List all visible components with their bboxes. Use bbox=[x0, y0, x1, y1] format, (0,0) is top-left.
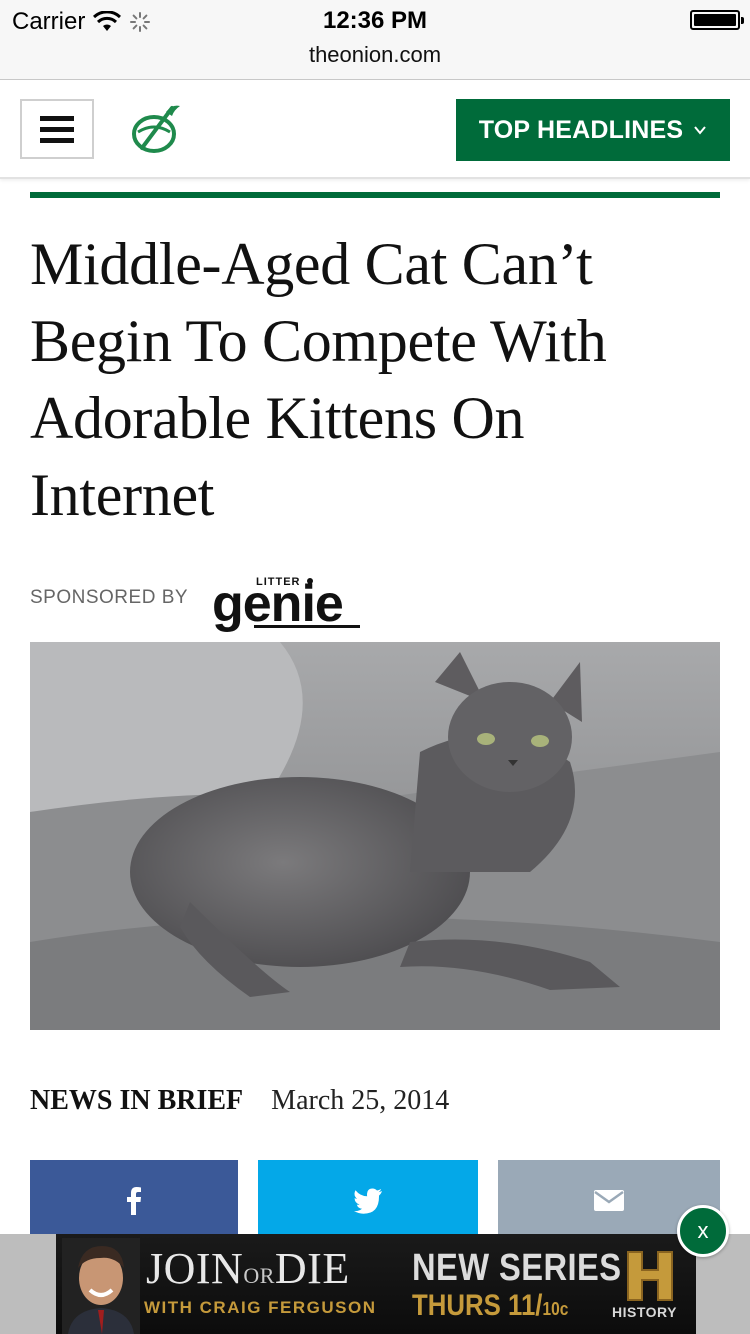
ad-title: JOINORDIE bbox=[146, 1244, 350, 1301]
close-ad-button[interactable]: x bbox=[677, 1205, 729, 1257]
ad-title-join: JOIN bbox=[146, 1244, 244, 1293]
hamburger-icon-bar bbox=[40, 126, 74, 132]
article-meta: NEWS IN BRIEF March 25, 2014 bbox=[30, 1085, 449, 1117]
article-headline: Middle-Aged Cat Can’t Begin To Compete W… bbox=[30, 231, 607, 528]
status-bar: Carrier 12:36 PM theonion.com bbox=[0, 0, 750, 80]
site-header: TOP HEADLINES bbox=[0, 80, 750, 179]
share-twitter-button[interactable] bbox=[258, 1160, 478, 1240]
ad-airtime: THURS 11/10c bbox=[412, 1288, 568, 1327]
menu-button[interactable] bbox=[20, 99, 94, 159]
svg-text:genie: genie bbox=[212, 575, 343, 633]
section-divider bbox=[30, 192, 720, 198]
cat-photo bbox=[30, 642, 720, 1030]
status-time: 12:36 PM bbox=[322, 7, 428, 34]
sponsor-label: SPONSORED BY bbox=[30, 587, 189, 608]
facebook-icon bbox=[127, 1187, 141, 1215]
article-date: March 25, 2014 bbox=[271, 1085, 450, 1116]
battery-icon bbox=[690, 10, 744, 30]
share-facebook-button[interactable] bbox=[30, 1160, 238, 1240]
ad-title-die: DIE bbox=[274, 1244, 350, 1293]
article-section[interactable]: NEWS IN BRIEF bbox=[30, 1085, 243, 1117]
hamburger-icon-bar bbox=[40, 137, 74, 143]
article-hero-image[interactable] bbox=[30, 642, 720, 1030]
address-bar-url[interactable]: theonion.com bbox=[0, 42, 750, 68]
close-ad-label: x bbox=[697, 1218, 709, 1243]
litter-genie-logo[interactable]: LITTER genie bbox=[212, 569, 372, 633]
ad-subtitle: WITH CRAIG FERGUSON bbox=[144, 1298, 377, 1317]
top-headlines-button[interactable]: TOP HEADLINES bbox=[456, 99, 730, 161]
envelope-icon bbox=[594, 1190, 624, 1211]
ad-host-photo bbox=[62, 1238, 140, 1334]
chevron-down-icon bbox=[694, 126, 707, 135]
ad-bar: JOINORDIE WITH CRAIG FERGUSON NEW SERIES… bbox=[0, 1234, 750, 1334]
ad-airtime-main: THURS 11/ bbox=[412, 1289, 543, 1322]
ad-title-or: OR bbox=[243, 1263, 275, 1288]
ad-airtime-central: 10c bbox=[542, 1299, 569, 1319]
ad-network-label: HISTORY bbox=[612, 1304, 677, 1320]
history-logo-icon bbox=[627, 1251, 673, 1301]
ad-series-label: NEW SERIES bbox=[412, 1247, 622, 1289]
top-headlines-label: TOP HEADLINES bbox=[478, 115, 684, 144]
sponsor-block: SPONSORED BY LITTER genie bbox=[30, 566, 372, 636]
onion-logo-icon[interactable] bbox=[128, 102, 184, 158]
ad-banner[interactable]: JOINORDIE WITH CRAIG FERGUSON NEW SERIES… bbox=[56, 1234, 696, 1334]
twitter-icon bbox=[354, 1188, 382, 1214]
hamburger-icon bbox=[40, 115, 74, 121]
